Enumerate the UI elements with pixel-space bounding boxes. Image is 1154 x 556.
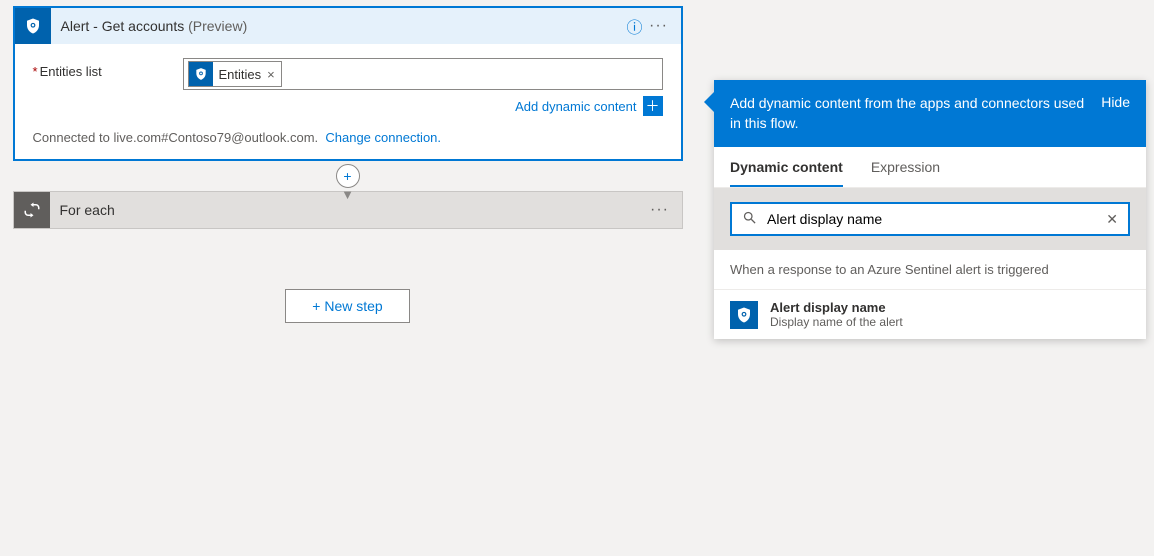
insert-step-button[interactable]: + — [336, 164, 360, 188]
add-dynamic-content-button[interactable]: ＋ — [643, 96, 663, 116]
foreach-title: For each — [60, 202, 115, 218]
sentinel-icon — [730, 301, 758, 329]
more-icon[interactable]: ··· — [647, 17, 671, 35]
new-step-button[interactable]: + New step — [285, 289, 409, 323]
change-connection-link[interactable]: Change connection. — [325, 130, 441, 145]
token-entities[interactable]: Entities × — [188, 61, 282, 87]
connection-info: Connected to live.com#Contoso79@outlook.… — [15, 126, 681, 159]
panel-caret-icon — [704, 92, 714, 112]
action-card-header[interactable]: Alert - Get accounts (Preview) ⓘ ··· — [15, 8, 681, 44]
loop-icon — [14, 192, 50, 228]
remove-token-icon[interactable]: × — [267, 67, 275, 82]
search-bar: ✕ — [730, 202, 1130, 236]
result-title: Alert display name — [770, 300, 903, 315]
tab-dynamic-content[interactable]: Dynamic content — [730, 147, 843, 187]
more-icon[interactable]: ··· — [648, 201, 672, 219]
result-desc: Display name of the alert — [770, 315, 903, 329]
sentinel-icon — [15, 8, 51, 44]
search-icon — [742, 210, 757, 228]
clear-search-icon[interactable]: ✕ — [1106, 211, 1118, 228]
sentinel-icon — [189, 62, 213, 86]
panel-tabs: Dynamic content Expression — [714, 147, 1146, 188]
entities-list-input[interactable]: Entities × — [183, 58, 663, 90]
search-input[interactable] — [767, 211, 1096, 227]
result-alert-display-name[interactable]: Alert display name Display name of the a… — [714, 290, 1146, 339]
trigger-section-label: When a response to an Azure Sentinel ale… — [714, 250, 1146, 290]
entities-list-label: *Entities list — [33, 58, 183, 79]
token-label: Entities — [219, 67, 262, 82]
action-card-alert-get-accounts: Alert - Get accounts (Preview) ⓘ ··· *En… — [13, 6, 683, 161]
connector: + ▼ — [13, 161, 683, 191]
action-title: Alert - Get accounts (Preview) — [61, 18, 248, 34]
panel-header-text: Add dynamic content from the apps and co… — [730, 94, 1089, 133]
info-icon[interactable]: ⓘ — [623, 14, 647, 38]
hide-panel-link[interactable]: Hide — [1101, 94, 1130, 110]
tab-expression[interactable]: Expression — [871, 147, 940, 187]
add-dynamic-content-link[interactable]: Add dynamic content — [515, 99, 636, 114]
arrow-down-icon: ▼ — [341, 187, 354, 202]
dynamic-content-panel: Add dynamic content from the apps and co… — [714, 80, 1146, 339]
